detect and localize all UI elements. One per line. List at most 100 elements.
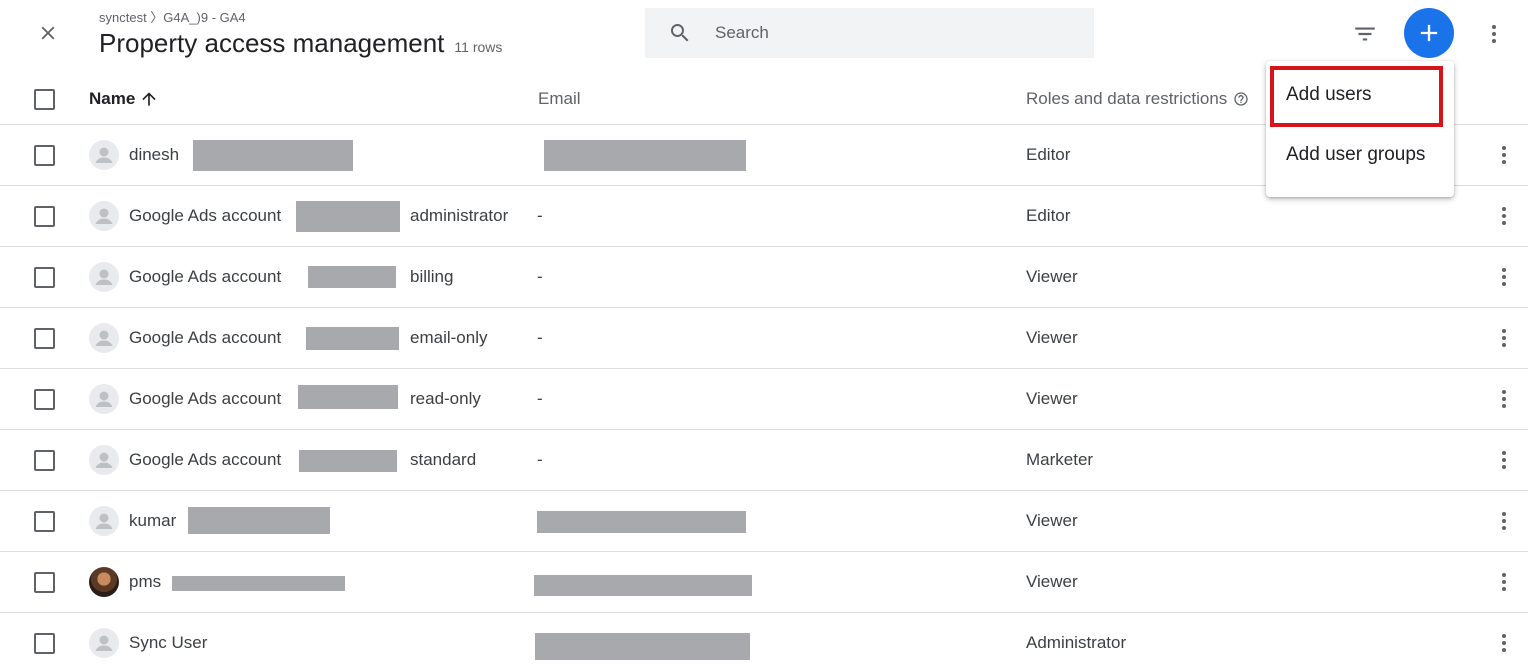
user-avatar-icon bbox=[95, 269, 113, 285]
user-role: Viewer bbox=[1026, 572, 1078, 591]
user-avatar-icon bbox=[95, 330, 113, 346]
user-email: - bbox=[537, 328, 543, 347]
page: synctest 〉G4A_)9 - GA4 Property access m… bbox=[0, 0, 1528, 670]
redacted-name bbox=[299, 450, 397, 472]
row-more-button[interactable] bbox=[1490, 383, 1518, 415]
user-role: Viewer bbox=[1026, 511, 1078, 530]
user-role: Viewer bbox=[1026, 328, 1078, 347]
row-checkbox[interactable] bbox=[34, 511, 55, 532]
redacted-email bbox=[534, 575, 752, 596]
user-avatar-icon bbox=[95, 147, 113, 163]
more-vert-icon bbox=[1502, 634, 1506, 652]
user-name-suffix: read-only bbox=[410, 389, 481, 408]
filter-icon bbox=[1355, 27, 1375, 41]
more-vert-icon bbox=[1502, 329, 1506, 347]
user-role: Viewer bbox=[1026, 389, 1078, 408]
redacted-name bbox=[188, 507, 330, 534]
user-avatar-icon bbox=[95, 391, 113, 407]
avatar bbox=[89, 201, 119, 231]
row-more-button[interactable] bbox=[1490, 261, 1518, 293]
row-checkbox[interactable] bbox=[34, 206, 55, 227]
user-role: Administrator bbox=[1026, 633, 1127, 652]
search-box[interactable] bbox=[645, 8, 1094, 58]
add-button[interactable] bbox=[1404, 8, 1454, 58]
redacted-name bbox=[298, 385, 398, 409]
user-name-suffix: administrator bbox=[410, 206, 509, 225]
more-vert-icon bbox=[1502, 512, 1506, 530]
table-row[interactable]: Google Ads account standard - Marketer bbox=[0, 430, 1528, 491]
search-icon bbox=[671, 24, 689, 42]
close-button[interactable] bbox=[30, 15, 66, 51]
add-menu: Add users Add user groups bbox=[1266, 61, 1454, 197]
user-avatar-icon bbox=[95, 513, 113, 529]
table-row[interactable]: Google Ads account billing - Viewer bbox=[0, 247, 1528, 308]
redacted-name bbox=[296, 201, 400, 232]
table-row[interactable]: kumar Viewer bbox=[0, 491, 1528, 552]
table-row[interactable]: Google Ads account email-only - Viewer bbox=[0, 308, 1528, 369]
row-more-button[interactable] bbox=[1490, 139, 1518, 171]
search-input[interactable] bbox=[715, 23, 1065, 43]
user-role: Viewer bbox=[1026, 267, 1078, 286]
avatar bbox=[89, 445, 119, 475]
user-email: - bbox=[537, 206, 543, 225]
user-role: Marketer bbox=[1026, 450, 1094, 469]
user-avatar-icon bbox=[95, 452, 113, 468]
row-checkbox[interactable] bbox=[34, 328, 55, 349]
table-row[interactable]: Google Ads account read-only - Viewer bbox=[0, 369, 1528, 430]
avatar bbox=[89, 140, 119, 170]
row-more-button[interactable] bbox=[1490, 444, 1518, 476]
breadcrumb[interactable]: synctest 〉G4A_)9 - GA4 bbox=[99, 7, 246, 26]
avatar bbox=[89, 262, 119, 292]
page-title: Property access management bbox=[99, 28, 445, 58]
column-header-name[interactable]: Name bbox=[89, 89, 159, 109]
user-name: Google Ads account bbox=[129, 328, 282, 347]
user-email: - bbox=[537, 389, 543, 408]
row-checkbox[interactable] bbox=[34, 572, 55, 593]
add-icon bbox=[1420, 24, 1438, 42]
row-more-button[interactable] bbox=[1490, 505, 1518, 537]
table-row[interactable]: pms Viewer bbox=[0, 552, 1528, 613]
more-vert-icon bbox=[1502, 573, 1506, 591]
table-row[interactable]: Sync User Administrator bbox=[0, 613, 1528, 670]
user-name-suffix: email-only bbox=[410, 328, 488, 347]
avatar bbox=[89, 506, 119, 536]
redacted-email bbox=[544, 140, 746, 171]
user-role: Editor bbox=[1026, 145, 1071, 164]
user-name: Google Ads account bbox=[129, 206, 282, 225]
row-checkbox[interactable] bbox=[34, 450, 55, 471]
filter-button[interactable] bbox=[1349, 18, 1381, 50]
row-more-button[interactable] bbox=[1490, 566, 1518, 598]
select-all-checkbox[interactable] bbox=[34, 89, 55, 110]
row-more-button[interactable] bbox=[1490, 322, 1518, 354]
arrow-up-icon bbox=[142, 92, 156, 106]
help-icon[interactable] bbox=[1233, 91, 1249, 107]
row-more-button[interactable] bbox=[1490, 200, 1518, 232]
more-vert-icon bbox=[1492, 25, 1496, 43]
redacted-email bbox=[535, 633, 750, 660]
user-email: - bbox=[537, 450, 543, 469]
redacted-name bbox=[308, 266, 396, 288]
row-checkbox[interactable] bbox=[34, 633, 55, 654]
menu-item-add-users[interactable]: Add users bbox=[1266, 65, 1454, 125]
column-header-roles-label: Roles and data restrictions bbox=[1026, 89, 1228, 108]
avatar bbox=[89, 628, 119, 658]
redacted-email bbox=[537, 511, 746, 533]
column-header-roles[interactable]: Roles and data restrictions bbox=[1026, 89, 1249, 109]
menu-item-add-user-groups[interactable]: Add user groups bbox=[1266, 125, 1454, 185]
user-role: Editor bbox=[1026, 206, 1071, 225]
user-name: Google Ads account bbox=[129, 389, 282, 408]
more-options-button[interactable] bbox=[1480, 18, 1508, 50]
more-vert-icon bbox=[1502, 146, 1506, 164]
redacted-name bbox=[172, 576, 345, 591]
row-checkbox[interactable] bbox=[34, 145, 55, 166]
row-checkbox[interactable] bbox=[34, 389, 55, 410]
user-avatar-icon bbox=[95, 635, 113, 651]
row-more-button[interactable] bbox=[1490, 627, 1518, 659]
column-header-email[interactable]: Email bbox=[538, 89, 581, 109]
row-checkbox[interactable] bbox=[34, 267, 55, 288]
user-name: Sync User bbox=[129, 633, 208, 652]
user-avatar-icon bbox=[95, 208, 113, 224]
column-header-name-label: Name bbox=[89, 89, 136, 108]
more-vert-icon bbox=[1502, 207, 1506, 225]
avatar bbox=[89, 384, 119, 414]
